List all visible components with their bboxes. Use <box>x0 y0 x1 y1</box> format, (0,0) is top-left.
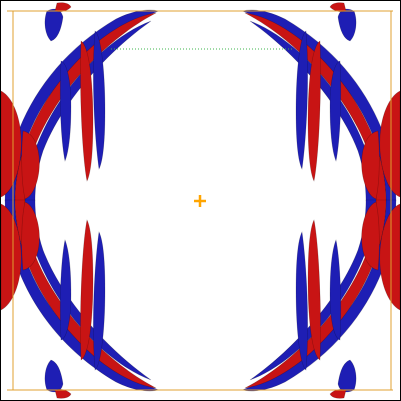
render-viewport[interactable] <box>0 0 401 401</box>
isosurface-scene[interactable] <box>1 1 400 400</box>
crosshair-icon[interactable] <box>194 195 206 207</box>
lobe-quadrant-br <box>240 199 400 399</box>
top-tip-red-bl <box>54 388 72 399</box>
top-fin-blue-bl <box>44 359 64 393</box>
top-tip-red-tr <box>329 2 347 13</box>
top-tip-red-tl <box>54 2 72 13</box>
top-fin-blue-tl <box>44 8 64 42</box>
top-fin-blue-br <box>337 359 357 393</box>
top-fin-blue-tr <box>337 8 357 42</box>
top-tip-red-br <box>329 388 347 399</box>
lobe-quadrant-bl <box>1 199 161 399</box>
lobe-quadrant-tl <box>1 2 161 202</box>
lobe-quadrant-tr <box>240 2 400 202</box>
